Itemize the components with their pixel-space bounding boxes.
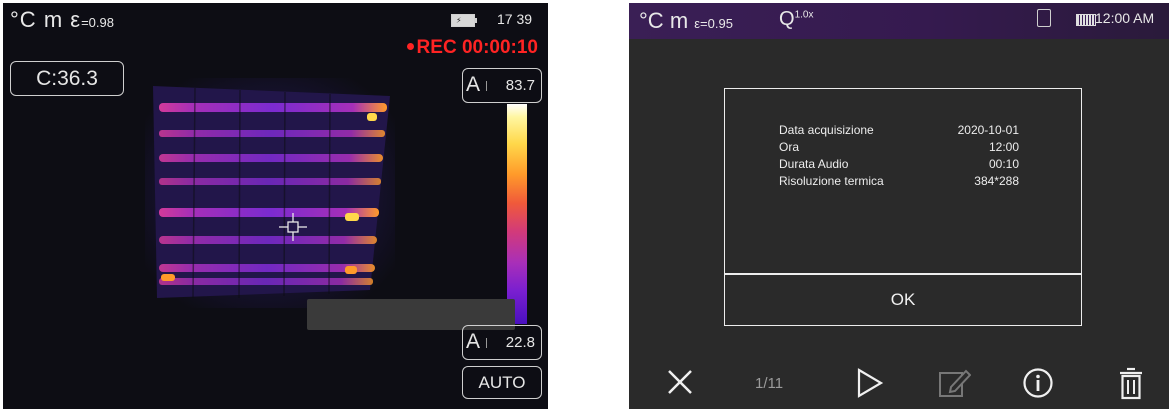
close-icon[interactable] (665, 367, 695, 397)
info-dialog: Data acquisizione 2020-10-01 Ora 12:00 D… (724, 88, 1082, 326)
thermal-image (145, 78, 395, 308)
min-temperature-box[interactable]: A 22.8 (462, 325, 542, 360)
recording-indicator: REC 00:00:10 (407, 37, 538, 59)
max-temperature: 83.7 (505, 77, 535, 94)
zoom-indicator: Q1.0x (779, 8, 813, 31)
unit-celsius: °C (10, 7, 37, 32)
play-icon[interactable] (854, 367, 884, 399)
battery-icon (1076, 14, 1096, 26)
mode-letter: m (669, 8, 689, 33)
color-scale-bar (507, 104, 527, 324)
battery-charging-icon: ⚡ (451, 14, 477, 27)
page-counter: 1/11 (755, 375, 784, 392)
emissivity-value: =0.98 (81, 15, 114, 30)
ok-button[interactable]: OK (725, 275, 1081, 325)
bottom-toolbar: 1/11 (629, 359, 1169, 409)
zoom-value: 1.0x (794, 9, 814, 21)
auto-range-button[interactable]: AUTO (462, 366, 542, 399)
mode-letter: m (43, 7, 64, 32)
zoom-icon: Q (779, 8, 795, 30)
live-view-screen: °C m ε=0.98 ⚡ 17 39 REC 00:00:10 C:36.3 … (3, 3, 548, 409)
crosshair-icon (279, 213, 307, 241)
trash-icon[interactable] (1118, 367, 1144, 401)
edit-icon[interactable] (937, 367, 971, 399)
min-temperature: 22.8 (505, 334, 535, 351)
center-temperature: C:36.3 (10, 61, 124, 96)
max-label: A (466, 73, 481, 96)
measurement-units: °C m ε=0.95 (639, 8, 733, 34)
unit-celsius: °C (639, 8, 664, 33)
clock: 17 39 (497, 11, 533, 27)
max-temperature-box[interactable]: A 83.7 (462, 68, 542, 103)
emissivity-value: ε=0.95 (694, 16, 733, 31)
measurement-units: °C m ε=0.98 (10, 7, 114, 33)
status-bar: °C m ε=0.95 Q1.0x 12:00 AM (629, 3, 1169, 39)
info-icon[interactable] (1022, 367, 1054, 399)
sd-card-icon (1037, 9, 1051, 27)
clock: 12:00 AM (1095, 10, 1155, 26)
epsilon-symbol: ε (70, 7, 82, 32)
file-info-screen: °C m ε=0.95 Q1.0x 12:00 AM Data acquisiz… (629, 3, 1169, 409)
min-label: A (466, 330, 481, 353)
